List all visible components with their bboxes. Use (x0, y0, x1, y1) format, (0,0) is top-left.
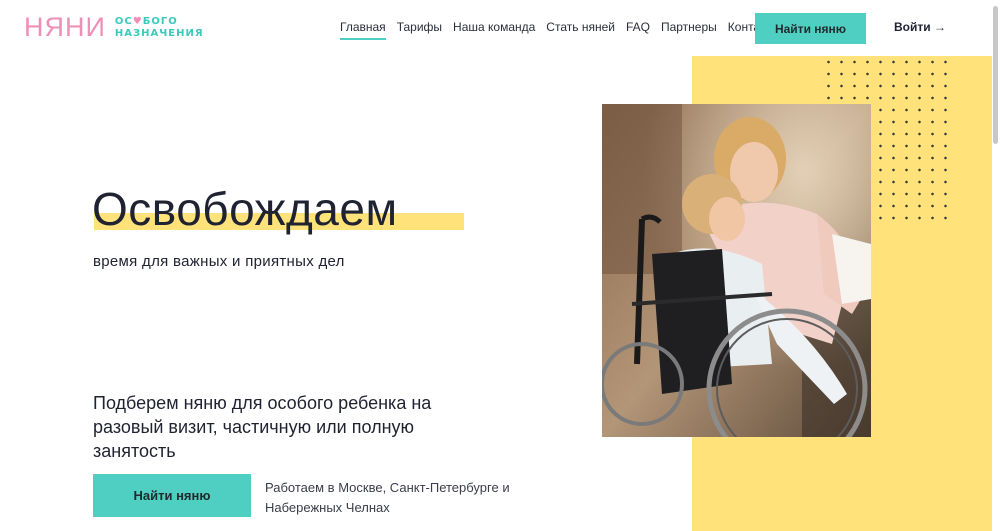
nav-item-pricing[interactable]: Тарифы (397, 20, 442, 40)
hero-lead-text: Подберем няню для особого ребенка на раз… (93, 393, 432, 461)
logo-wordmark: НЯНИ (24, 12, 106, 42)
nav-item-team[interactable]: Наша команда (453, 20, 535, 40)
main-nav: Главная Тарифы Наша команда Стать няней … (340, 20, 791, 40)
scrollbar[interactable] (993, 6, 998, 144)
hero-photo-illustration (602, 104, 871, 437)
cities-note: Работаем в Москве, Санкт-Петербурге и На… (265, 480, 510, 515)
nav-item-become-nanny[interactable]: Стать няней (546, 20, 615, 40)
find-nanny-button[interactable]: Найти няню (93, 474, 251, 517)
nav-item-home[interactable]: Главная (340, 20, 386, 40)
site-header: НЯНИ ОС♥БОГО НАЗНАЧЕНИЯ Главная Тарифы Н… (0, 0, 1000, 56)
logo-sub-part-a: ОС (114, 15, 133, 27)
heart-icon: ♥ (132, 15, 143, 27)
login-link[interactable]: Войти → (894, 20, 946, 34)
logo-sub-line2: НАЗНАЧЕНИЯ (114, 27, 204, 39)
hero-photo (602, 104, 871, 437)
nav-item-faq[interactable]: FAQ (626, 20, 650, 40)
find-nanny-header-button[interactable]: Найти няню (755, 13, 866, 44)
nav-item-partners[interactable]: Партнеры (661, 20, 717, 40)
logo-subtitle: ОС♥БОГО НАЗНАЧЕНИЯ (115, 16, 204, 40)
logo[interactable]: НЯНИ ОС♥БОГО НАЗНАЧЕНИЯ (24, 14, 204, 41)
hero-title: Освобождаем (92, 183, 398, 235)
logo-sub-part-b: БОГО (142, 15, 178, 27)
hero-subtitle: время для важных и приятных дел (93, 253, 345, 270)
